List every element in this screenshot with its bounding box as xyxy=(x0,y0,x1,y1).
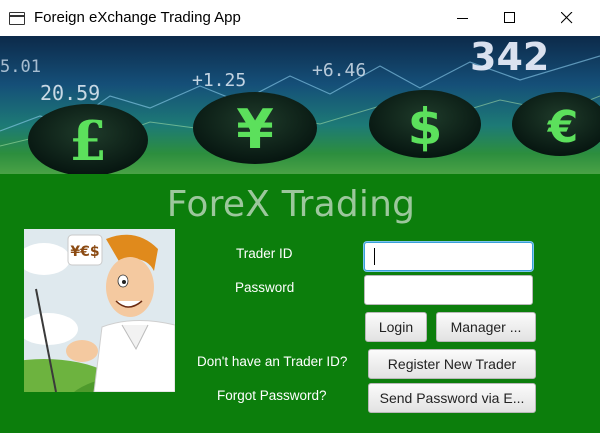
login-button[interactable]: Login xyxy=(365,312,427,342)
close-icon xyxy=(561,12,573,24)
dollar-coin-symbol: $ xyxy=(408,98,443,156)
password-input[interactable] xyxy=(364,275,533,305)
trader-id-label: Trader ID xyxy=(236,246,293,261)
page-title: ForeX Trading xyxy=(166,184,416,225)
login-panel: ForeX Trading ¥€$ Trader ID Password Log… xyxy=(0,174,600,433)
minimize-icon xyxy=(457,18,468,19)
send-password-button[interactable]: Send Password via E... xyxy=(368,383,536,413)
pound-coin-symbol: £ xyxy=(69,109,107,173)
close-button[interactable] xyxy=(544,0,590,36)
currency-banner-image: 5.01 +1.25 20.59 +6.46 342 £ ¥ $ € xyxy=(0,36,600,174)
forgot-password-prompt: Forgot Password? xyxy=(217,388,327,403)
maximize-button[interactable] xyxy=(487,0,533,36)
ticker-number: 5.01 xyxy=(0,57,41,77)
ticker-number: +6.46 xyxy=(312,60,366,81)
register-prompt: Don't have an Trader ID? xyxy=(197,354,348,369)
manager-button[interactable]: Manager ... xyxy=(436,312,536,342)
register-new-trader-button[interactable]: Register New Trader xyxy=(368,349,536,379)
window-title: Foreign eXchange Trading App xyxy=(34,9,241,26)
password-label: Password xyxy=(235,280,295,295)
minimize-button[interactable] xyxy=(440,0,486,36)
ticker-number: 20.59 xyxy=(40,81,100,105)
currency-sign-text: ¥€$ xyxy=(70,244,99,260)
euro-coin-symbol: € xyxy=(547,102,579,153)
yen-coin-symbol: ¥ xyxy=(236,98,274,161)
app-window-icon xyxy=(9,12,25,25)
ticker-number: 342 xyxy=(470,36,549,79)
trader-cartoon-image: ¥€$ xyxy=(24,229,175,392)
maximize-icon xyxy=(504,12,515,23)
title-bar: Foreign eXchange Trading App xyxy=(0,0,600,36)
ticker-number: +1.25 xyxy=(192,70,246,91)
trader-id-input[interactable] xyxy=(364,242,533,271)
text-cursor xyxy=(374,248,375,265)
